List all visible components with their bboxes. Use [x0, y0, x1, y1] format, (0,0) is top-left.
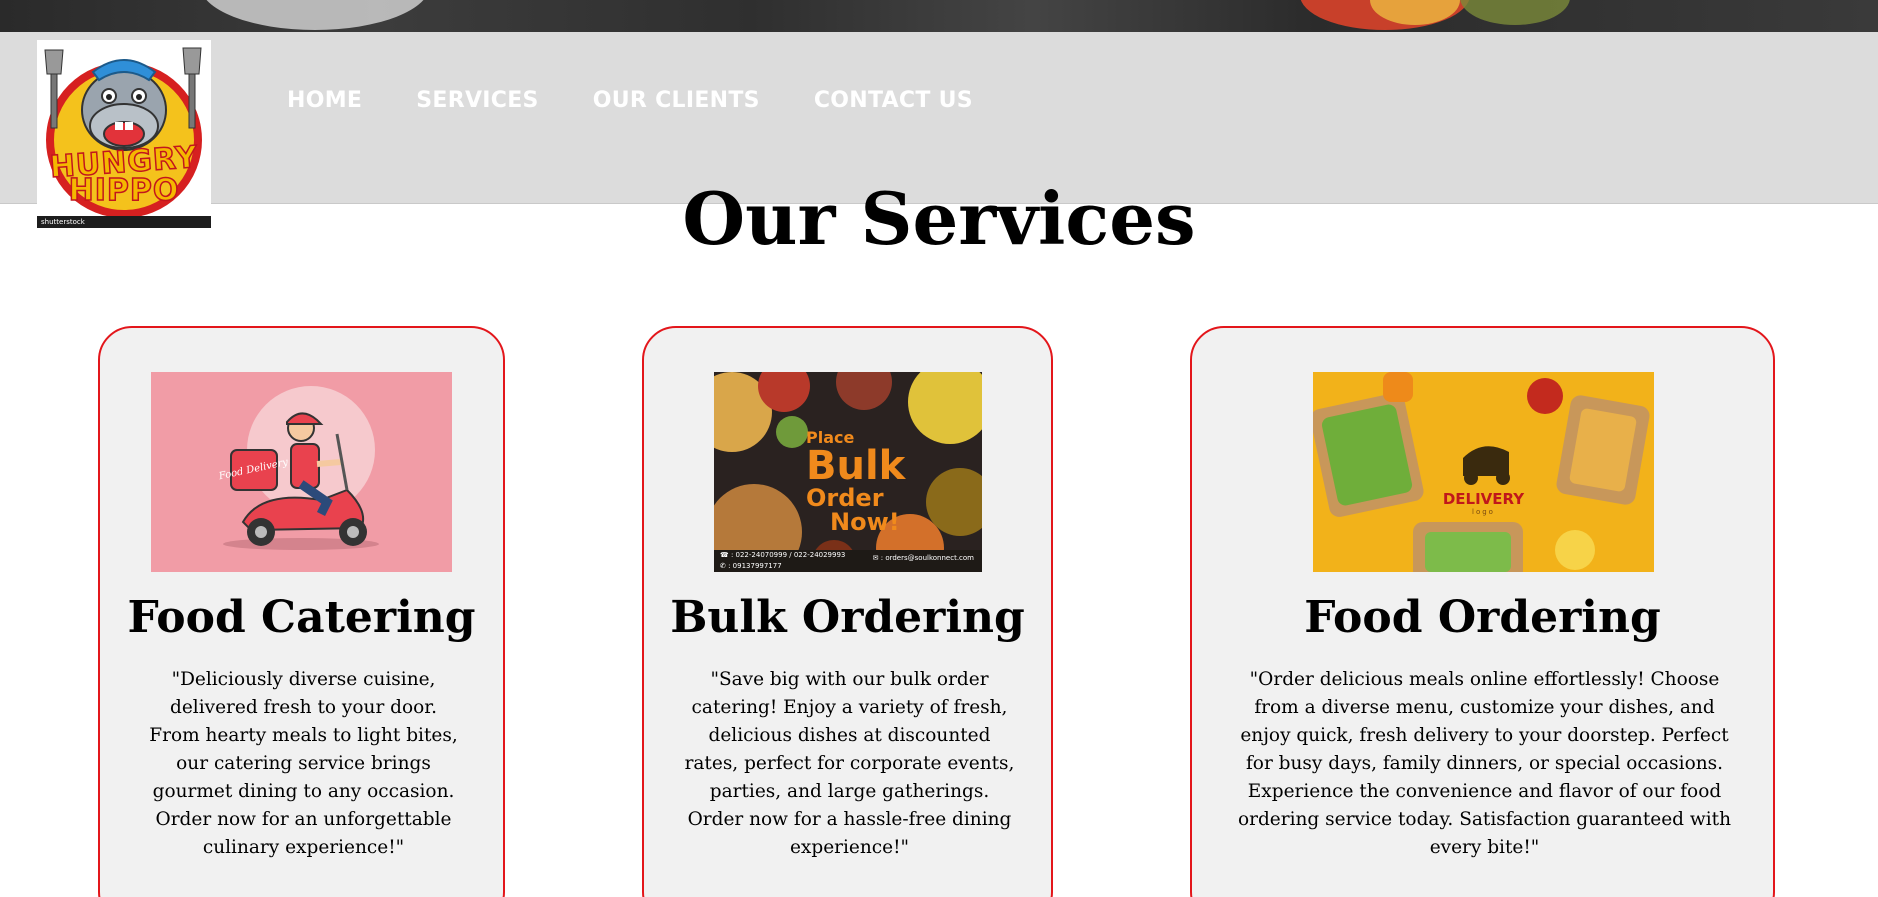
service-card-bulk-ordering[interactable]: Place Bulk Order Now! ☎ : 022-24070999 /…: [642, 326, 1053, 897]
logo-watermark: shutterstock: [37, 216, 211, 228]
logo-line-2: HIPPO: [68, 173, 180, 208]
service-title: Food Catering: [127, 592, 476, 643]
food-ordering-image: DELIVERY logo: [1313, 372, 1654, 572]
main-nav: HOME SERVICES OUR CLIENTS CONTACT US: [287, 88, 1027, 113]
delivery-logo-subtext: logo: [1472, 508, 1495, 516]
nav-item-contact-us[interactable]: CONTACT US: [814, 88, 973, 113]
bulk-image-contact-strip: ☎ : 022-24070999 / 022-24029993 ✆ : 0913…: [714, 550, 982, 572]
service-description: "Deliciously diverse cuisine, delivered …: [149, 669, 458, 858]
hero-food-plate: [200, 0, 430, 30]
hero-background-strip: [0, 0, 1878, 32]
service-card-food-ordering[interactable]: DELIVERY logo Food Ordering "Order delic…: [1190, 326, 1775, 897]
service-card-food-catering[interactable]: Food Delivery Food Catering "Deliciously…: [98, 326, 505, 897]
nav-item-services[interactable]: SERVICES: [416, 88, 538, 113]
bulk-ordering-image: Place Bulk Order Now! ☎ : 022-24070999 /…: [714, 372, 982, 572]
service-description: "Order delicious meals online effortless…: [1237, 669, 1731, 858]
delivery-logo-text: DELIVERY: [1442, 490, 1525, 508]
service-title: Bulk Ordering: [670, 592, 1025, 643]
bulk-image-headline: Place Bulk Order Now!: [806, 428, 906, 536]
nav-item-our-clients[interactable]: OUR CLIENTS: [593, 88, 760, 113]
brand-logo[interactable]: HUNGRY HIPPO shutterstock: [37, 40, 211, 228]
service-title: Food Ordering: [1304, 592, 1661, 643]
page-title: Our Services: [682, 176, 1196, 261]
service-description: "Save big with our bulk order catering! …: [684, 669, 1015, 858]
food-catering-image: Food Delivery: [151, 372, 452, 572]
nav-item-home[interactable]: HOME: [287, 88, 362, 113]
hero-food-herb: [1460, 0, 1570, 25]
